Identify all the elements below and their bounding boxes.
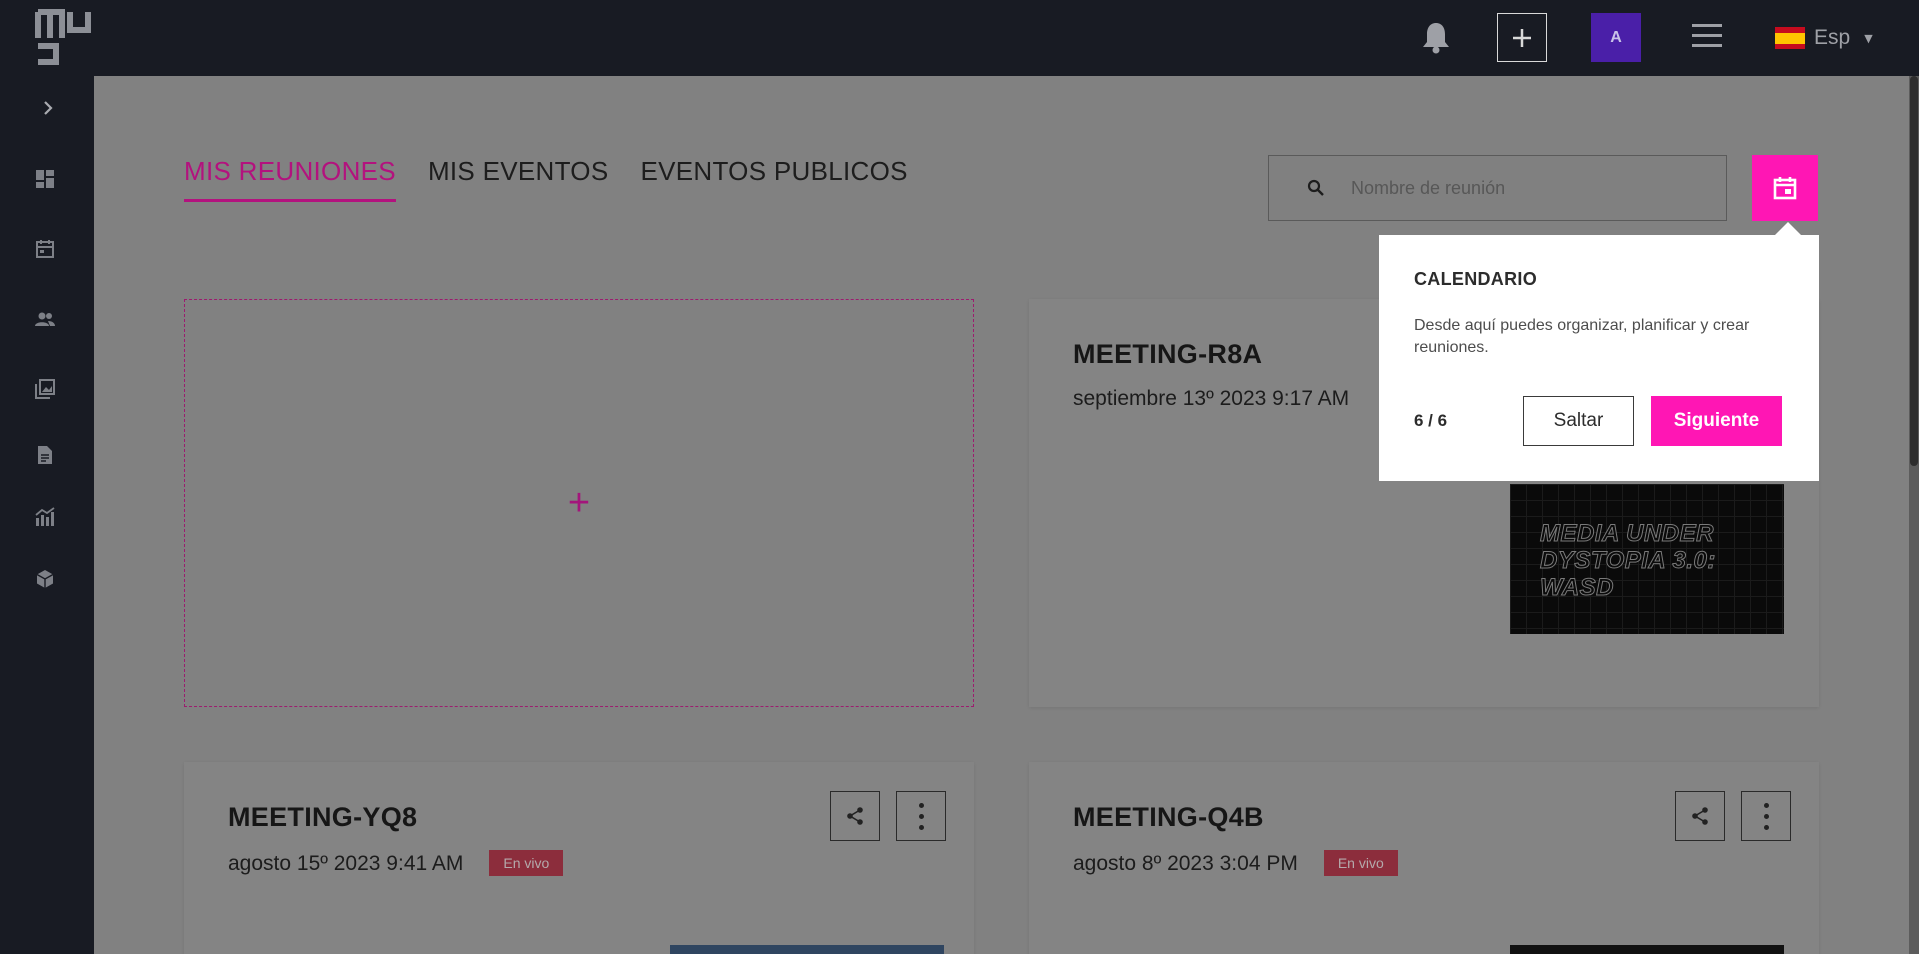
next-button[interactable]: Siguiente — [1651, 396, 1782, 446]
users-icon[interactable] — [34, 308, 56, 330]
caret-down-icon: ▼ — [1864, 31, 1873, 45]
meeting-title: MEETING-Q4B — [1073, 802, 1264, 832]
mumu-logo-icon[interactable] — [34, 8, 92, 66]
share-icon — [1692, 807, 1708, 825]
live-badge: En vivo — [489, 850, 564, 876]
more-options-button[interactable] — [896, 791, 946, 841]
tab-mis-reuniones[interactable]: MIS REUNIONES — [184, 156, 396, 202]
tab-eventos-publicos[interactable]: EVENTOS PUBLICOS — [640, 156, 907, 202]
spain-flag-icon — [1775, 27, 1805, 49]
meeting-date: septiembre 13º 2023 9:17 AM — [1073, 387, 1350, 410]
meeting-title: MEETING-R8A — [1073, 339, 1263, 369]
popover-step-counter: 6 / 6 — [1414, 411, 1448, 430]
chevron-right-icon[interactable] — [40, 100, 56, 116]
scrollbar-thumb[interactable] — [1910, 76, 1918, 466]
language-label: Esp — [1814, 26, 1851, 49]
search-input[interactable] — [1351, 177, 1691, 199]
share-button[interactable] — [830, 791, 880, 841]
meeting-title: MEETING-YQ8 — [228, 802, 418, 832]
meeting-date-text: agosto 15º 2023 9:41 AM — [228, 852, 464, 875]
add-button[interactable] — [1497, 13, 1547, 62]
new-meeting-card[interactable]: + — [184, 299, 974, 707]
meeting-date-text: agosto 8º 2023 3:04 PM — [1073, 852, 1298, 875]
language-selector[interactable]: Esp ▼ — [1775, 24, 1873, 52]
meeting-date: agosto 15º 2023 9:41 AM En vivo — [228, 850, 564, 876]
search-box — [1268, 155, 1727, 221]
meeting-thumbnail[interactable] — [1510, 945, 1784, 954]
calendar-icon — [1773, 177, 1797, 200]
top-bar: A Esp ▼ — [0, 0, 1919, 76]
share-icon — [847, 807, 863, 825]
meeting-tabs: MIS REUNIONES MIS EVENTOS EVENTOS PUBLIC… — [184, 156, 908, 202]
popover-body: Desde aquí puedes organizar, planificar … — [1414, 317, 1750, 356]
plus-icon — [1513, 28, 1531, 47]
bell-icon[interactable] — [1420, 20, 1452, 54]
analytics-icon[interactable] — [34, 506, 56, 528]
meeting-date: agosto 8º 2023 3:04 PM En vivo — [1073, 850, 1398, 876]
live-badge: En vivo — [1323, 850, 1398, 876]
avatar[interactable]: A — [1591, 13, 1641, 62]
share-button[interactable] — [1675, 791, 1725, 841]
gallery-icon[interactable] — [34, 378, 56, 400]
tab-mis-eventos[interactable]: MIS EVENTOS — [428, 156, 609, 202]
dashboard-icon[interactable] — [34, 168, 56, 190]
meeting-card[interactable]: MEETING-YQ8 agosto 15º 2023 9:41 AM En vi… — [184, 762, 974, 954]
menu-icon[interactable] — [1692, 24, 1722, 48]
cube-icon[interactable] — [34, 568, 56, 590]
tour-popover: CALENDARIO Desde aquí puedes organizar, … — [1379, 235, 1819, 481]
thumbnail-title: MEDIA UNDER DYSTOPIA 3.0: WASD — [1540, 520, 1716, 602]
meeting-thumbnail[interactable]: MEDIA UNDER DYSTOPIA 3.0: WASD — [1510, 484, 1784, 634]
add-meeting-icon: + — [567, 481, 591, 524]
meeting-card[interactable]: MEETING-Q4B agosto 8º 2023 3:04 PM En viv… — [1029, 762, 1819, 954]
more-options-button[interactable] — [1741, 791, 1791, 841]
popover-arrow — [1775, 222, 1801, 235]
sidebar — [0, 76, 94, 954]
main-content: MIS REUNIONES MIS EVENTOS EVENTOS PUBLIC… — [94, 76, 1909, 954]
meeting-thumbnail[interactable] — [670, 945, 944, 954]
calendar-button[interactable] — [1752, 155, 1818, 221]
skip-button[interactable]: Saltar — [1523, 396, 1634, 446]
document-icon[interactable] — [34, 444, 56, 466]
calendar-icon[interactable] — [34, 238, 56, 260]
popover-title: CALENDARIO — [1414, 269, 1537, 289]
search-icon — [1307, 179, 1324, 196]
